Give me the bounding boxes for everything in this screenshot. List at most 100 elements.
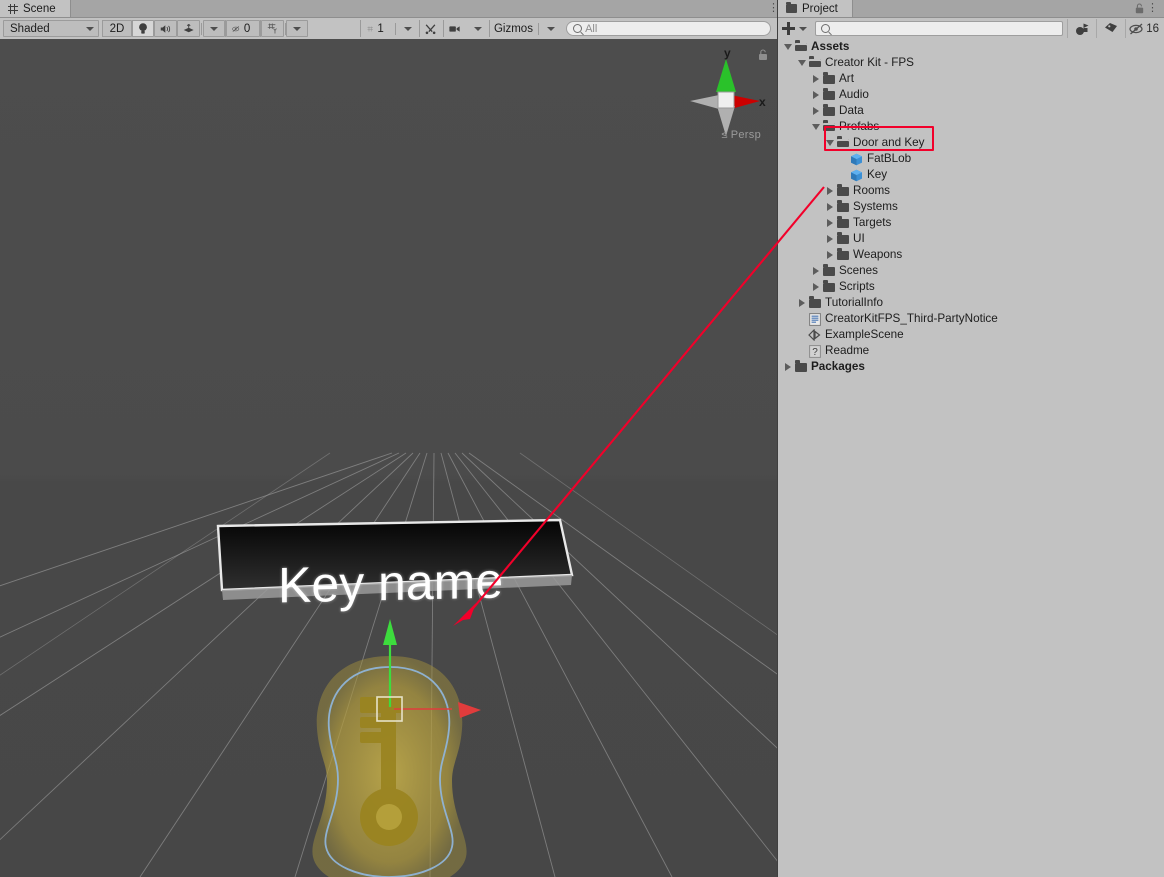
project-search-input[interactable] [815,21,1063,36]
scene-panel: Scene ⋮ Shaded 2D [0,0,777,877]
viewport-padlock-icon[interactable] [758,49,768,61]
tree-item-label: Scripts [839,279,875,295]
gizmos-dropdown[interactable] [540,20,562,37]
tree-item-label: Audio [839,87,869,103]
tree-item-door-and-key[interactable]: Door and Key [778,135,1164,151]
folder-closed-icon-wrapper [835,199,850,215]
tree-item-assets[interactable]: Assets [778,39,1164,55]
chevron-down-icon[interactable] [782,39,793,55]
chevron-down-icon [293,27,301,31]
scene-tools-button[interactable] [419,20,442,37]
tree-item-examplescene[interactable]: ExampleScene [778,327,1164,343]
project-asset-tree[interactable]: AssetsCreator Kit - FPSArtAudioDataPrefa… [778,39,1164,877]
folder-closed-icon [837,219,849,228]
chevron-right-icon[interactable] [824,199,835,215]
folder-closed-icon-wrapper [835,247,850,263]
chevron-right-icon[interactable] [810,71,821,87]
chevron-right-icon[interactable] [796,295,807,311]
project-padlock-icon[interactable] [1135,3,1144,14]
folder-closed-icon [823,91,835,100]
scene-camera-dropdown[interactable] [467,20,489,37]
object-filter-icon [1075,22,1090,36]
scene-search-input[interactable]: All [566,21,771,36]
chevron-right-icon[interactable] [810,279,821,295]
tree-item-scripts[interactable]: Scripts [778,279,1164,295]
tree-item-data[interactable]: Data [778,103,1164,119]
tree-item-targets[interactable]: Targets [778,215,1164,231]
filter-by-label-button[interactable] [1096,19,1125,38]
lightbulb-icon [138,22,148,35]
chevron-right-icon[interactable] [810,103,821,119]
kebab-menu-icon[interactable]: ⋮ [768,2,771,15]
chevron-right-icon[interactable] [782,359,793,375]
hidden-objects-button[interactable]: 0 [226,20,260,37]
tree-item-rooms[interactable]: Rooms [778,183,1164,199]
no-expander [796,343,807,359]
tree-item-art[interactable]: Art [778,71,1164,87]
grid-snap-button[interactable] [261,20,284,37]
chevron-down-icon[interactable] [824,135,835,151]
chevron-right-icon[interactable] [824,215,835,231]
create-asset-button[interactable] [782,22,807,35]
folder-icon [786,4,797,13]
tree-item-fatblob[interactable]: FatBLob [778,151,1164,167]
tree-item-systems[interactable]: Systems [778,199,1164,215]
kebab-menu-icon[interactable]: ⋮ [1147,2,1158,14]
folder-closed-icon [795,363,807,372]
gizmos-label: Gizmos [490,23,537,35]
chevron-right-icon[interactable] [824,247,835,263]
folder-open-icon-wrapper [793,39,808,55]
tree-item-audio[interactable]: Audio [778,87,1164,103]
filter-by-type-button[interactable] [1067,19,1096,38]
tree-item-creator-kit-fps[interactable]: Creator Kit - FPS [778,55,1164,71]
chevron-right-icon[interactable] [810,87,821,103]
scene-viewport[interactable]: Key name y x ≤Persp [0,39,777,877]
grid-dropdown[interactable] [397,20,419,37]
tab-scene[interactable]: Scene [0,0,71,17]
eye-off-icon [1129,23,1144,35]
negative-x-axis-cone [690,95,719,109]
draw-mode-dropdown[interactable]: Shaded [3,20,99,37]
tree-item-packages[interactable]: Packages [778,359,1164,375]
chevron-right-icon[interactable] [824,231,835,247]
tree-item-ui[interactable]: UI [778,231,1164,247]
tree-item-creatorkitfps-third-partynotice[interactable]: CreatorKitFPS_Third-PartyNotice [778,311,1164,327]
tree-item-readme[interactable]: ?Readme [778,343,1164,359]
no-expander [838,151,849,167]
toggle-2d-button[interactable]: 2D [102,20,131,37]
no-expander [796,327,807,343]
tab-project[interactable]: Project [778,0,853,17]
folder-closed-icon-wrapper [821,279,836,295]
scene-lighting-button[interactable] [132,20,154,37]
speaker-icon [160,23,171,35]
tree-item-scenes[interactable]: Scenes [778,263,1164,279]
tree-item-label: Door and Key [853,135,924,151]
tree-item-label: Weapons [853,247,902,263]
tree-item-key[interactable]: Key [778,167,1164,183]
chevron-down-icon[interactable] [796,55,807,71]
chevron-right-icon[interactable] [824,183,835,199]
scene-camera-button[interactable] [443,20,466,37]
tab-project-label: Project [802,3,838,15]
draw-mode-value: Shaded [10,23,50,35]
scene-audio-button[interactable] [154,20,177,37]
hidden-objects-count: 0 [240,23,254,35]
grid-visibility-button[interactable]: 1 [361,20,394,37]
folder-open-icon [823,123,835,132]
folder-closed-icon [823,283,835,292]
grid-snap-dropdown[interactable] [286,20,308,37]
tree-item-weapons[interactable]: Weapons [778,247,1164,263]
scene-fx-dropdown[interactable] [203,20,225,37]
projection-mode-label[interactable]: ≤Persp [721,129,761,141]
gizmos-button[interactable]: Gizmos [490,20,538,37]
tree-item-prefabs[interactable]: Prefabs [778,119,1164,135]
scene-fx-button[interactable] [177,20,200,37]
tree-item-label: Key [867,167,887,183]
question-file-icon: ? [809,345,821,358]
chevron-right-icon[interactable] [810,263,821,279]
chevron-down-icon[interactable] [810,119,821,135]
plus-icon [782,22,795,35]
tree-item-tutorialinfo[interactable]: TutorialInfo [778,295,1164,311]
hidden-assets-indicator[interactable]: 16 [1125,19,1164,38]
tree-item-label: Data [839,103,864,119]
